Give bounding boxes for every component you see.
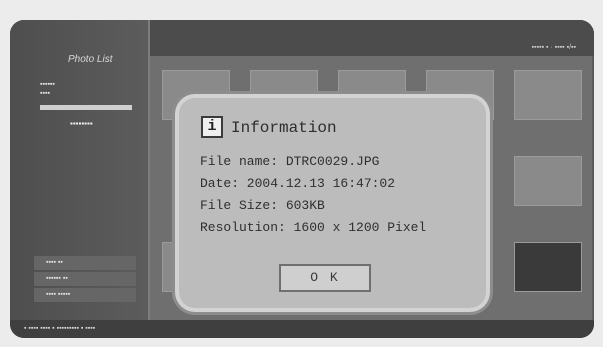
ok-button[interactable]: O K: [279, 264, 371, 292]
memory-status: ▪▪▪▪▪▪ ▪▪▪▪: [40, 80, 55, 98]
info-icon: i: [201, 116, 223, 138]
bottom-help-text: ▪ ▪▪▪▪ ▪▪▪▪ ▪ ▪▪▪▪▪▪▪▪▪ ▪ ▪▪▪▪: [24, 325, 96, 332]
sidebar-menu-item[interactable]: ▪▪▪▪▪▪ ▪▪: [34, 272, 136, 286]
photo-count: ▪▪▪▪▪▪▪▪: [70, 119, 93, 128]
sidebar-title: Photo List: [68, 54, 113, 65]
bottom-bar: ▪ ▪▪▪▪ ▪▪▪▪ ▪ ▪▪▪▪▪▪▪▪▪ ▪ ▪▪▪▪: [10, 320, 594, 338]
top-bar: ▪▪▪▪▪ ▪ · ▪▪▪▪ ▪/▪▪: [150, 20, 594, 56]
thumbnail[interactable]: [514, 156, 582, 206]
date-line: Date: 2004.12.13 16:47:02: [200, 176, 396, 191]
file-details: File name: DTRC0029.JPG Date: 2004.12.13…: [200, 151, 426, 239]
thumbnail[interactable]: [514, 242, 582, 292]
thumbnail[interactable]: [514, 70, 582, 120]
file-name-line: File name: DTRC0029.JPG: [200, 154, 380, 169]
page-info: ▪▪▪▪▪ ▪ · ▪▪▪▪ ▪/▪▪: [531, 44, 576, 51]
information-dialog: i Information File name: DTRC0029.JPG Da…: [179, 98, 486, 308]
sidebar-menu-item[interactable]: ▪▪▪▪ ▪▪▪▪▪: [34, 288, 136, 302]
dialog-title: Information: [231, 119, 337, 137]
memory-label: ▪▪▪▪▪▪: [40, 81, 55, 88]
sidebar-menu-item[interactable]: ▪▪▪▪ ▪▪: [34, 256, 136, 270]
sidebar: Photo List ▪▪▪▪▪▪ ▪▪▪▪ ▪▪▪▪▪▪▪▪ ▪▪▪▪ ▪▪ …: [10, 20, 150, 320]
storage-label: ▪▪▪▪: [40, 90, 50, 97]
resolution-line: Resolution: 1600 x 1200 Pixel: [200, 220, 427, 235]
sidebar-menu: ▪▪▪▪ ▪▪ ▪▪▪▪▪▪ ▪▪ ▪▪▪▪ ▪▪▪▪▪: [34, 256, 136, 304]
storage-bar: [40, 105, 132, 110]
file-size-line: File Size: 603KB: [200, 198, 325, 213]
